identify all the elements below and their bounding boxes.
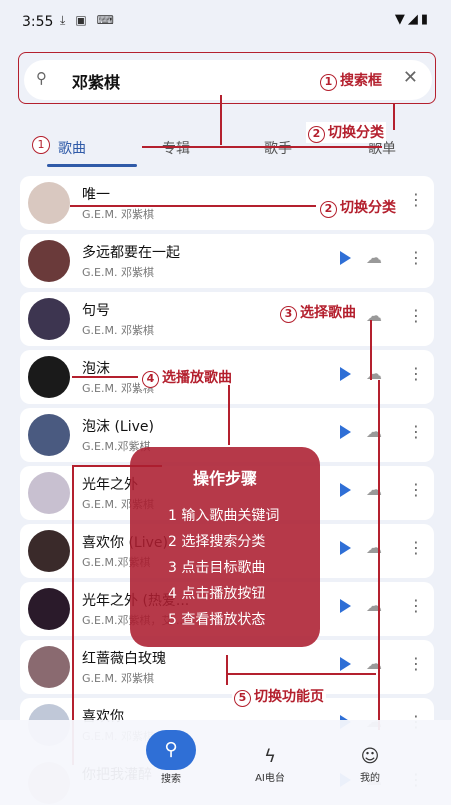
song-artist: G.E.M. 邓紫棋	[82, 324, 154, 337]
annotation-select-song: 3 选择歌曲	[278, 302, 358, 323]
more-options-icon[interactable]: ⋮	[408, 480, 424, 499]
connector-line	[70, 205, 316, 207]
annotation-play-song: 4 选播放歌曲	[140, 367, 234, 388]
album-cover	[28, 646, 70, 688]
download-cloud-icon[interactable]: ☁	[366, 654, 386, 673]
more-options-icon[interactable]: ⋮	[408, 248, 424, 267]
download-icon: ⤓	[60, 13, 66, 27]
song-artist: G.E.M. 邓紫棋	[82, 208, 154, 221]
play-button[interactable]	[340, 251, 351, 265]
download-cloud-icon[interactable]: ☁	[366, 306, 386, 325]
nav-ai-radio[interactable]: ϟ AI电台	[240, 746, 300, 784]
download-cloud-icon[interactable]: ☁	[366, 596, 386, 615]
image-icon: ▣	[75, 13, 87, 27]
connector-line	[378, 380, 380, 730]
song-title: 红蔷薇白玫瑰	[82, 651, 166, 667]
more-options-icon[interactable]: ⋮	[408, 654, 424, 673]
more-options-icon[interactable]: ⋮	[408, 538, 424, 557]
annotation-switch-category-top: 2 切换分类	[306, 122, 386, 143]
step-item: 5 查看播放状态	[168, 612, 266, 628]
steps-title: 操作步骤	[192, 469, 257, 488]
connector-line	[226, 673, 376, 675]
more-options-icon[interactable]: ⋮	[408, 596, 424, 615]
keyboard-icon: ⌨	[96, 13, 114, 27]
download-cloud-icon[interactable]: ☁	[366, 422, 386, 441]
wifi-icon: ▼	[394, 12, 408, 27]
more-options-icon[interactable]: ⋮	[408, 364, 424, 383]
download-cloud-icon[interactable]: ☁	[366, 480, 386, 499]
album-cover	[28, 588, 70, 630]
more-options-icon[interactable]: ⋮	[408, 306, 424, 325]
tab-annotation-number: 1	[32, 136, 50, 154]
tab-albums[interactable]: 专辑	[162, 138, 190, 158]
song-artist: G.E.M. 邓紫棋	[82, 266, 154, 279]
connector-line	[228, 385, 230, 445]
search-icon: ⚲	[164, 739, 178, 760]
play-button[interactable]	[340, 657, 351, 671]
annotation-switch-category: 2 切换分类	[318, 197, 398, 218]
play-button[interactable]	[340, 599, 351, 613]
step-item: 3 点击目标歌曲	[168, 560, 266, 576]
play-button[interactable]	[340, 367, 351, 381]
song-row[interactable]: 句号 G.E.M. 邓紫棋 ☁ ⋮	[20, 292, 434, 346]
tab-artists[interactable]: 歌手	[264, 138, 292, 158]
user-icon: ☺	[360, 746, 380, 767]
song-artist: G.E.M. 邓紫棋	[82, 672, 154, 685]
play-button[interactable]	[340, 425, 351, 439]
album-cover	[28, 240, 70, 282]
more-options-icon[interactable]: ⋮	[408, 422, 424, 441]
bottom-navigation: ⚲ 搜索 ϟ AI电台 ☺ 我的	[0, 720, 451, 805]
annotation-switch-page: 5 切换功能页	[232, 686, 326, 707]
album-cover	[28, 472, 70, 514]
song-title: 唯一	[82, 187, 110, 203]
download-cloud-icon[interactable]: ☁	[366, 538, 386, 557]
steps-panel: 操作步骤 1 输入歌曲关键词 2 选择搜索分类 3 点击目标歌曲 4 点击播放按…	[130, 447, 320, 647]
play-button[interactable]	[340, 541, 351, 555]
active-tab-indicator	[47, 164, 137, 167]
more-options-icon[interactable]: ⋮	[408, 190, 424, 209]
signal-icon: ◢	[407, 12, 421, 27]
status-bar: 3:55 ⤓ ▣ ⌨ ▼◢▮	[0, 0, 451, 44]
step-item: 2 选择搜索分类	[168, 534, 266, 550]
play-button[interactable]	[340, 483, 351, 497]
nav-profile[interactable]: ☺ 我的	[340, 746, 400, 784]
download-cloud-icon[interactable]: ☁	[366, 248, 386, 267]
connector-line	[142, 146, 382, 148]
album-cover	[28, 530, 70, 572]
nav-profile-label: 我的	[360, 773, 380, 784]
album-cover	[28, 414, 70, 456]
step-item: 4 点击播放按钮	[168, 586, 266, 602]
album-cover	[28, 298, 70, 340]
notification-icons: ⤓ ▣ ⌨	[60, 13, 114, 28]
status-time: 3:55	[22, 14, 54, 30]
system-icons: ▼◢▮	[395, 12, 431, 27]
lightning-icon: ϟ	[264, 746, 276, 767]
song-row[interactable]: 多远都要在一起 G.E.M. 邓紫棋 ☁ ⋮	[20, 234, 434, 288]
nav-ai-radio-label: AI电台	[255, 773, 285, 784]
connector-line	[220, 95, 222, 145]
battery-icon: ▮	[420, 12, 431, 27]
song-title: 泡沫	[82, 361, 110, 377]
nav-search-button[interactable]: ⚲	[146, 730, 196, 770]
connector-line	[393, 104, 395, 130]
connector-line	[226, 655, 228, 685]
song-title: 多远都要在一起	[82, 245, 180, 261]
song-title: 句号	[82, 303, 110, 319]
connector-line	[72, 376, 138, 378]
download-cloud-icon[interactable]: ☁	[366, 364, 386, 383]
annotation-search-box: 1 搜索框	[318, 70, 384, 91]
connector-line	[370, 320, 372, 380]
nav-search-label[interactable]: 搜索	[141, 770, 201, 785]
tab-songs[interactable]: 歌曲	[58, 138, 86, 158]
step-item: 1 输入歌曲关键词	[168, 508, 280, 524]
album-cover	[28, 182, 70, 224]
song-title: 泡沫 (Live)	[82, 419, 154, 435]
album-cover	[28, 356, 70, 398]
